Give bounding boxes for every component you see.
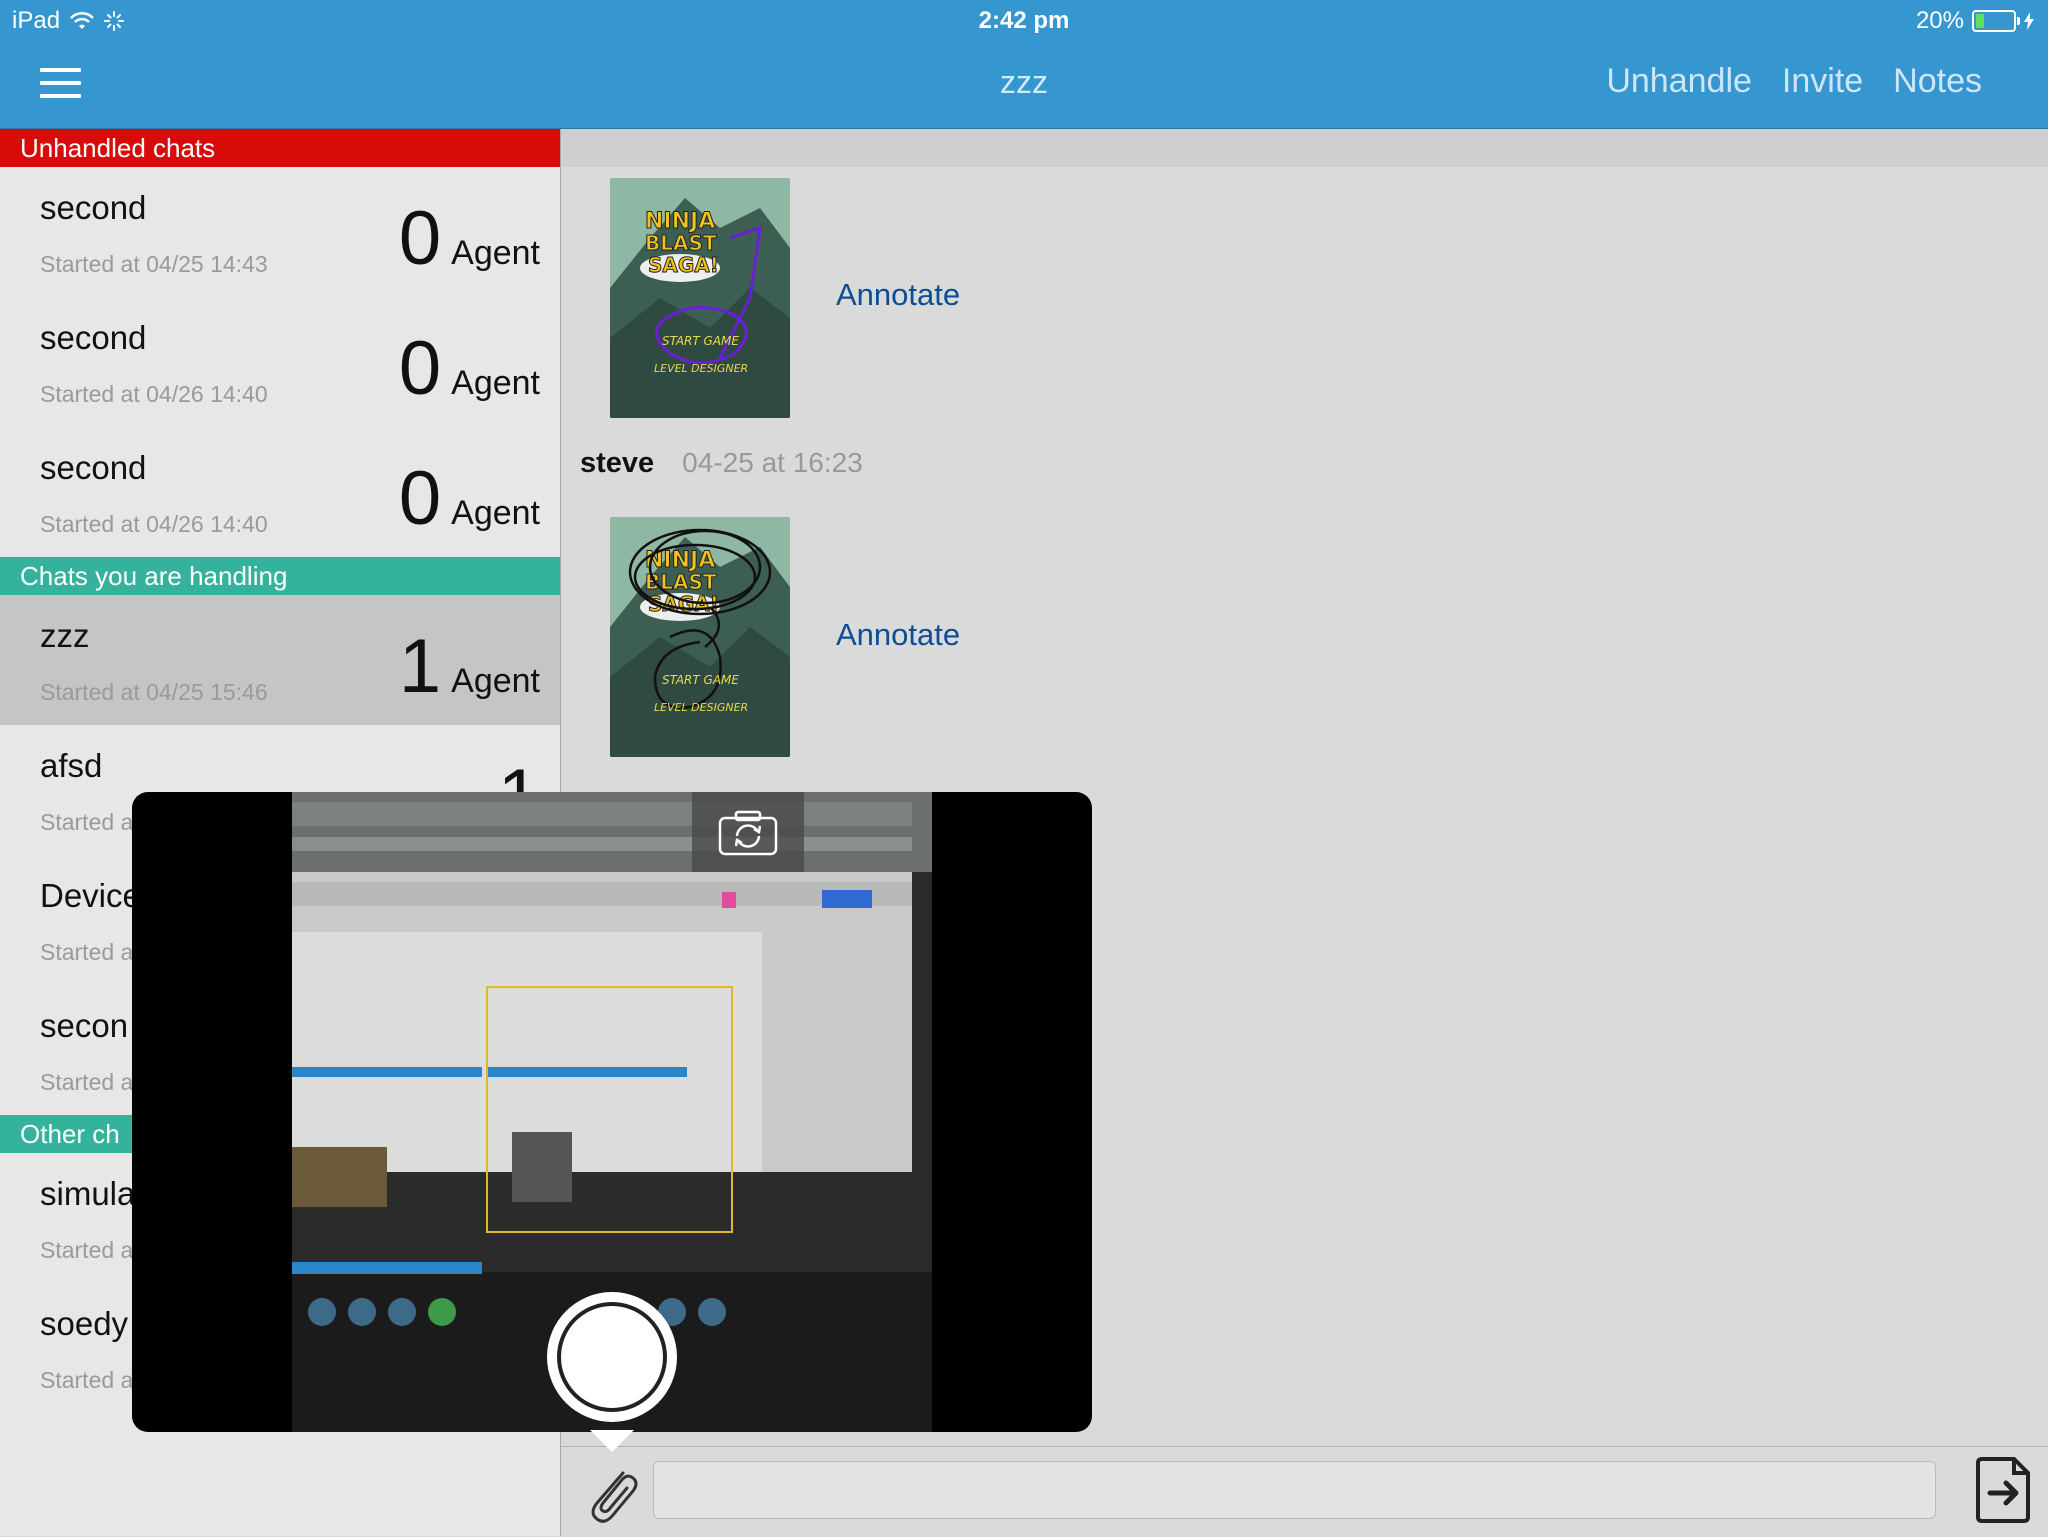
attached-image[interactable]: NINJA BLAST SAGA! START GAME LEVEL DESIG… — [610, 178, 790, 418]
camera-capture-popover — [132, 792, 1092, 1432]
image-menu-text: LEVEL DESIGNER — [654, 362, 748, 375]
chat-start-time: Started at 04/25 15:46 — [40, 679, 268, 705]
chat-start-time: Started at 04/26 14:40 — [40, 511, 268, 537]
game-screenshot-thumbnail: NINJA BLAST SAGA! START GAME LEVEL DESIG… — [610, 517, 790, 757]
chat-name: zzz — [40, 617, 90, 654]
chat-start-time: Started a — [40, 939, 134, 965]
chat-name: second — [40, 449, 147, 486]
unhandle-button[interactable]: Unhandle — [1606, 62, 1752, 101]
chat-start-time: Started at 04/25 14:43 — [40, 251, 268, 277]
battery-icon — [1972, 10, 2020, 32]
image-menu-text: LEVEL DESIGNER — [654, 701, 748, 714]
chat-name: Device — [40, 877, 141, 914]
message-input[interactable] — [653, 1461, 1936, 1519]
flip-camera-button[interactable] — [692, 792, 804, 872]
conversation-topbar — [561, 129, 2048, 167]
invite-button[interactable]: Invite — [1782, 62, 1863, 101]
chat-row[interactable]: second Started at 04/26 14:40 0 Agent — [0, 427, 560, 557]
chat-start-time: Started a — [40, 1069, 134, 1095]
image-title-line: BLAST — [645, 231, 717, 255]
flip-camera-icon — [718, 810, 778, 856]
chat-start-time: Started a — [40, 1237, 134, 1263]
chat-row-selected[interactable]: zzz Started at 04/25 15:46 1 Agent — [0, 595, 560, 725]
message-date: 04-25 at 16:23 — [682, 447, 863, 478]
message-sender: steve — [580, 447, 655, 479]
chat-name: second — [40, 189, 147, 226]
message-composer — [561, 1446, 2048, 1537]
image-menu-text: START GAME — [662, 334, 739, 348]
chat-name: secon — [40, 1007, 129, 1044]
agent-count: 0 Agent — [399, 201, 540, 277]
charging-icon — [2024, 12, 2034, 30]
shutter-button[interactable] — [547, 1292, 677, 1422]
agent-count-number: 0 — [398, 456, 442, 541]
section-header-handling: Chats you are handling — [0, 557, 560, 595]
chat-name: second — [40, 319, 147, 356]
agent-count: 0 Agent — [399, 461, 540, 537]
agent-count-label: Agent — [451, 234, 540, 272]
send-icon[interactable] — [1974, 1455, 2036, 1525]
chat-start-time: Started at 04/26 14:40 — [40, 381, 268, 407]
battery-percent: 20% — [1915, 7, 1964, 34]
agent-count-number: 0 — [398, 326, 442, 411]
message-meta: steve 04-25 at 16:23 — [580, 447, 863, 480]
image-menu-text: START GAME — [662, 673, 739, 687]
navigation-bar: zzz Unhandle Invite Notes — [0, 40, 2048, 129]
agent-count: 1 Agent — [399, 629, 540, 705]
agent-count-label: Agent — [451, 662, 540, 700]
game-screenshot-thumbnail: NINJA BLAST SAGA! START GAME LEVEL DESIG… — [610, 178, 790, 418]
chat-row[interactable]: second Started at 04/26 14:40 0 Agent — [0, 297, 560, 427]
agent-count-label: Agent — [451, 494, 540, 532]
chat-name: soedy — [40, 1305, 129, 1342]
notes-button[interactable]: Notes — [1893, 62, 1982, 101]
section-header-unhandled: Unhandled chats — [0, 129, 560, 167]
agent-count-label: Agent — [451, 364, 540, 402]
image-title-line: SAGA! — [648, 253, 719, 277]
chat-row[interactable]: second Started at 04/25 14:43 0 Agent — [0, 167, 560, 297]
paperclip-icon[interactable] — [583, 1461, 643, 1531]
agent-count: 0 Agent — [399, 331, 540, 407]
annotate-link[interactable]: Annotate — [836, 617, 960, 653]
nav-actions: Unhandle Invite Notes — [1606, 62, 1982, 101]
battery-status: 20% — [1916, 7, 2034, 35]
annotate-link[interactable]: Annotate — [836, 277, 960, 313]
chat-start-time: Started a — [40, 1367, 134, 1393]
chat-name: simula — [40, 1175, 136, 1212]
clock: 2:42 pm — [978, 7, 1070, 34]
attached-image[interactable]: NINJA BLAST SAGA! START GAME LEVEL DESIG… — [610, 517, 790, 757]
chat-start-time: Started a — [40, 809, 134, 835]
status-bar: iPad 2:42 pm 20% — [0, 0, 2048, 40]
agent-count-number: 1 — [398, 624, 442, 709]
chat-name: afsd — [40, 747, 103, 784]
agent-count-number: 0 — [398, 196, 442, 281]
popover-arrow — [590, 1430, 634, 1452]
